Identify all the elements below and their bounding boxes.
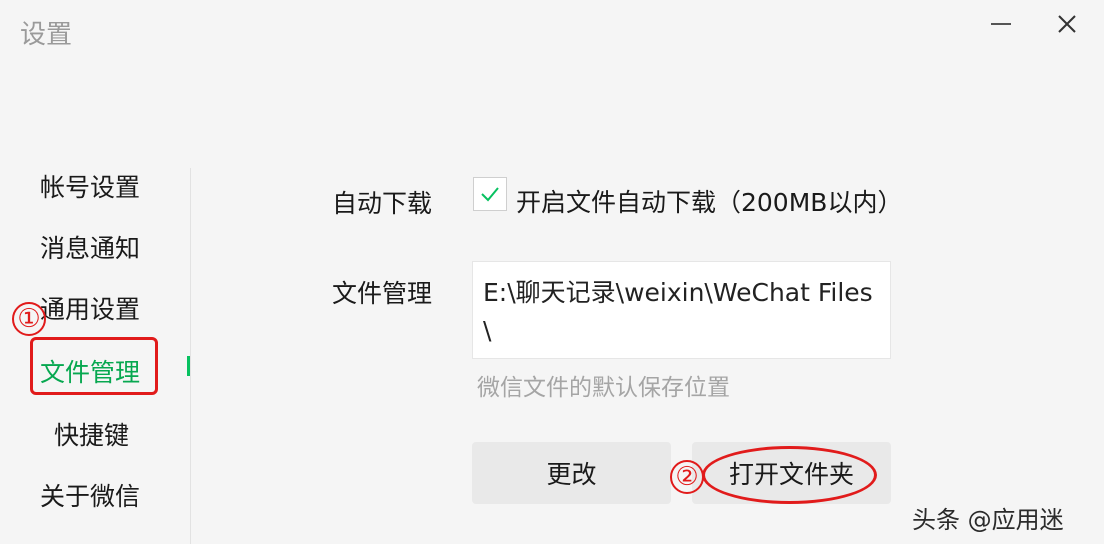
nav-divider	[190, 168, 191, 544]
step-1-marker: ①	[12, 302, 46, 336]
auto-download-checkbox[interactable]	[473, 177, 507, 211]
close-button[interactable]	[1050, 10, 1084, 38]
highlight-ellipse-open-folder	[702, 446, 877, 504]
step-2-marker: ②	[670, 460, 704, 494]
auto-download-checkbox-label[interactable]: 开启文件自动下载（200MB以内）	[516, 183, 902, 219]
close-icon	[1058, 15, 1076, 33]
watermark: 头条 @应用迷	[912, 506, 1064, 534]
change-button[interactable]: 更改	[472, 442, 671, 504]
nav-item-general[interactable]: 通用设置	[40, 290, 140, 326]
nav-item-shortcuts[interactable]: 快捷键	[54, 416, 129, 452]
minimize-button[interactable]	[984, 10, 1018, 38]
check-icon	[481, 187, 499, 202]
file-path-hint: 微信文件的默认保存位置	[477, 375, 730, 401]
window-title: 设置	[20, 20, 73, 50]
minimize-icon	[991, 23, 1011, 25]
active-indicator	[187, 356, 190, 376]
file-management-label: 文件管理	[332, 279, 433, 308]
nav-item-about[interactable]: 关于微信	[40, 477, 140, 513]
file-path-field: E:\聊天记录\weixin\WeChat Files\	[472, 261, 891, 359]
nav-item-notifications[interactable]: 消息通知	[40, 229, 140, 265]
highlight-box-file-management	[30, 337, 158, 395]
auto-download-label: 自动下载	[332, 189, 433, 218]
nav-item-account[interactable]: 帐号设置	[40, 168, 140, 204]
